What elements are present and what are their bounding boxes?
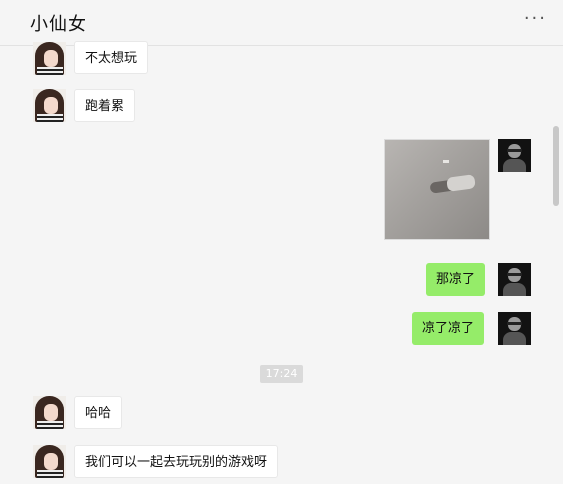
more-options-icon[interactable]: ··· [524,8,547,29]
contact-avatar[interactable] [33,89,66,122]
self-avatar[interactable] [498,263,531,296]
contact-avatar[interactable] [33,445,66,478]
message-bubble-sent[interactable]: 凉了凉了 [412,312,485,345]
chat-title: 小仙女 [30,14,87,35]
message-bubble-received[interactable]: 不太想玩 [74,41,149,74]
chat-header: 小仙女 ··· [0,0,563,46]
image-message[interactable] [384,139,490,240]
message-bubble-received[interactable]: 我们可以一起去玩玩别的游戏呀 [74,445,279,478]
message-bubble-sent[interactable]: 那凉了 [426,263,486,296]
contact-avatar[interactable] [33,396,66,429]
message-list[interactable]: 不太想玩 跑着累 那凉了 凉了凉了 17:24 哈哈 我们可以一起去玩玩别的游戏… [0,41,563,484]
self-avatar[interactable] [498,139,531,172]
timestamp-divider: 17:24 [260,365,303,383]
message-bubble-received[interactable]: 哈哈 [74,396,123,429]
contact-avatar[interactable] [33,42,66,75]
scrollbar-thumb[interactable] [553,126,559,206]
message-bubble-received[interactable]: 跑着累 [74,89,136,122]
self-avatar[interactable] [498,312,531,345]
